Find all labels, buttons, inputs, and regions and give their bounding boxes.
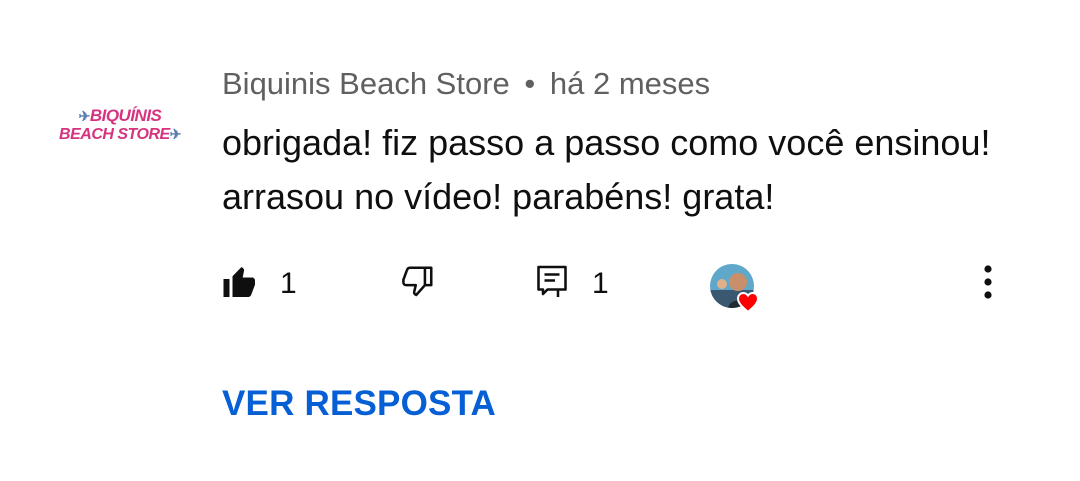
thumbs-down-icon <box>398 263 436 306</box>
comment-header: Biquinis Beach Store • há 2 meses <box>222 66 710 102</box>
more-options-button[interactable] <box>972 264 1004 304</box>
reply-comment-icon <box>534 262 570 307</box>
author-name[interactable]: Biquinis Beach Store <box>222 66 510 101</box>
like-button[interactable]: 1 <box>222 256 297 312</box>
reply-count: 1 <box>592 267 609 300</box>
comment-thread: ✈BIQUÍNIS BEACH STORE✈ Biquinis Beach St… <box>0 0 1080 481</box>
avatar-logo-line1: ✈BIQUÍNIS <box>78 105 162 125</box>
dislike-button[interactable] <box>398 256 436 312</box>
more-vert-icon <box>983 264 993 305</box>
view-replies-button[interactable]: VER RESPOSTA <box>222 384 496 424</box>
comment-action-bar: 1 1 <box>222 256 1022 314</box>
heart-icon <box>736 291 760 314</box>
comment-timestamp[interactable]: há 2 meses <box>550 66 710 101</box>
creator-heart <box>708 260 768 316</box>
like-count: 1 <box>280 267 297 300</box>
comment-text: obrigada! fiz passo a passo como você en… <box>222 122 991 217</box>
thumbs-up-filled-icon <box>222 264 258 305</box>
creator-avatar <box>710 264 754 308</box>
author-avatar[interactable]: ✈BIQUÍNIS BEACH STORE✈ <box>59 100 181 150</box>
reply-button[interactable]: 1 <box>534 256 609 312</box>
avatar-logo-line2: BEACH STORE✈ <box>59 125 181 143</box>
meta-separator: • <box>524 66 536 101</box>
